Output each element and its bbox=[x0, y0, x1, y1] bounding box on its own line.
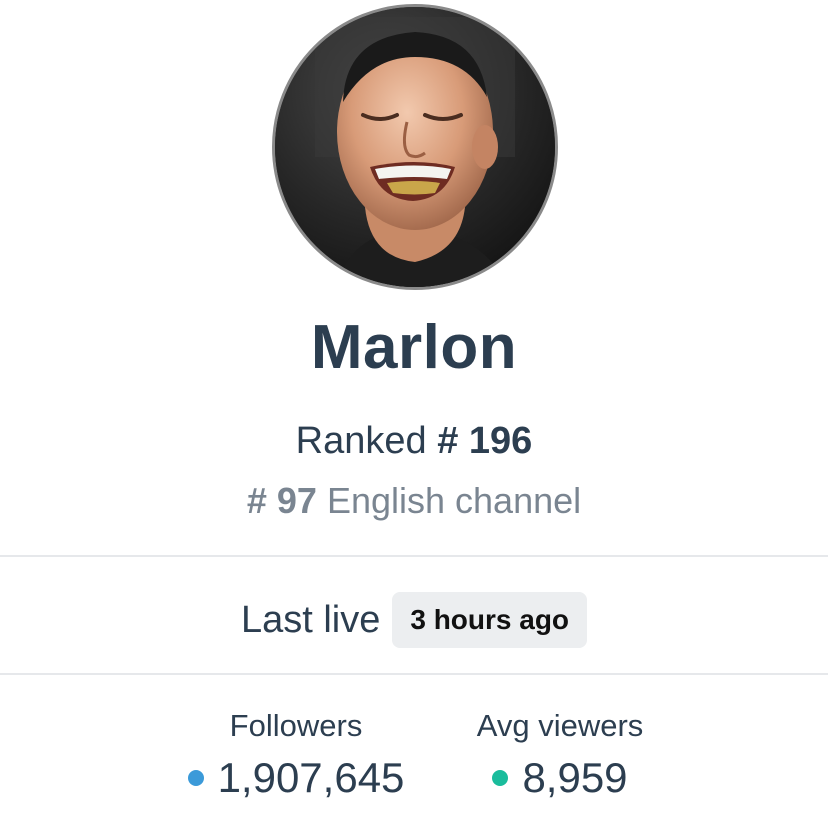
avg-viewers-value: 8,959 bbox=[522, 754, 628, 801]
followers-value: 1,907,645 bbox=[217, 754, 405, 801]
followers-value-row: 1,907,645 bbox=[180, 754, 412, 802]
avg-viewers-value-row: 8,959 bbox=[460, 754, 660, 802]
avatar[interactable] bbox=[272, 4, 558, 290]
rank-value: # 196 bbox=[437, 420, 533, 462]
followers-dot-icon bbox=[187, 770, 204, 786]
followers-stat: Followers 1,907,645 bbox=[180, 708, 412, 802]
language-rank: # 97 English channel bbox=[0, 480, 828, 522]
avg-viewers-dot-icon bbox=[492, 770, 509, 786]
avatar-photo bbox=[275, 7, 555, 287]
avg-viewers-label: Avg viewers bbox=[476, 708, 644, 743]
language-rank-value: # 97 bbox=[246, 480, 317, 521]
rank-prefix: Ranked bbox=[295, 420, 427, 462]
last-live-row: Last live 3 hours ago bbox=[0, 590, 828, 650]
divider bbox=[0, 673, 828, 675]
overall-rank: Ranked # 196 bbox=[0, 420, 828, 463]
followers-label: Followers bbox=[229, 708, 363, 743]
channel-profile-card: Marlon Ranked # 196 # 97 English channel… bbox=[0, 0, 828, 816]
language-rank-suffix: English channel bbox=[326, 480, 582, 521]
divider bbox=[0, 555, 828, 557]
channel-name: Marlon bbox=[310, 313, 518, 382]
avg-viewers-stat: Avg viewers 8,959 bbox=[460, 708, 660, 802]
last-live-badge: 3 hours ago bbox=[392, 592, 588, 648]
last-live-label: Last live bbox=[240, 598, 381, 641]
